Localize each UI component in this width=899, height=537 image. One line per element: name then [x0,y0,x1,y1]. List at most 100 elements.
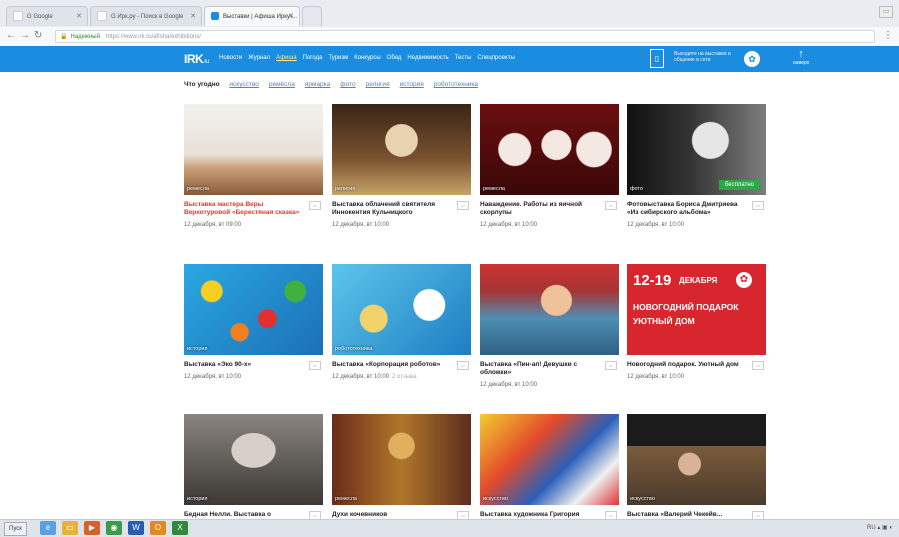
bookmark-icon[interactable]: ▭ [457,201,469,210]
event-title[interactable]: Бедная Нелли. Выставка о [184,511,302,519]
browser-tab[interactable]: G Ирк.ру - Поиск в Google ✕ [90,6,202,26]
event-image[interactable]: искусство [627,414,766,505]
filter-link[interactable]: искусство [229,81,258,88]
event-title[interactable]: Выставка «Валерий Чекейв... [627,511,745,519]
event-image[interactable]: ремесла [480,104,619,195]
event-card[interactable]: 12-19 ДЕКАБРЯ ✿ НОВОГОДНИЙ ПОДАРОК УЮТНЫЙ ДО… [627,264,766,380]
chrome-icon[interactable]: ◉ [106,521,122,535]
new-tab-button[interactable] [302,6,322,26]
event-card[interactable]: робототехника Выставка «Корпорация робото… [332,264,471,380]
filter-link[interactable]: фото [340,81,355,88]
category-label: ремесла [187,186,209,192]
event-image[interactable]: религия [332,104,471,195]
media-icon[interactable]: ▶ [84,521,100,535]
event-card[interactable]: ремесла Духи кочевников ▭ [332,414,471,520]
event-title[interactable]: Выставка мастера Веры Верхотуровой «Бере… [184,201,302,217]
window-control-icon[interactable]: ▭ [879,6,893,18]
filter-link[interactable]: ремёсла [269,81,295,88]
nav-item[interactable]: Недвижимость [407,55,448,61]
folder-icon[interactable]: ▭ [62,521,78,535]
site-logo[interactable]: IRK.ru [184,52,209,66]
event-card[interactable]: искусство Выставка художника Григория ▭ [480,414,619,520]
event-meta: Выставка «Эко 90-х» ▭ 12 декабря, вт 10:00 [184,361,323,380]
url-text: https://www.irk.ru/afisha/exhibitions/ [105,34,201,40]
bookmark-icon[interactable]: ▭ [752,201,764,210]
event-title[interactable]: Духи кочевников [332,511,450,519]
event-title[interactable]: Выставка художника Григория [480,511,598,519]
event-card[interactable]: ремесла Выставка мастера Веры Верхотурово… [184,104,323,228]
nav-item[interactable]: Новости [219,55,242,61]
browser-tab[interactable]: G Google ✕ [6,6,88,26]
forward-icon[interactable]: → [20,30,30,42]
event-image[interactable]: искусство [480,414,619,505]
filter-link[interactable]: ярмарка [305,81,330,88]
nav-item[interactable]: Конкурсы [354,55,380,61]
back-icon[interactable]: ← [6,30,16,42]
poster-month: ДЕКАБРЯ [679,276,718,285]
event-date-text: 12 декабря, вт 10:00 [332,222,390,228]
bookmark-icon[interactable]: ▭ [309,361,321,370]
event-meta: Бедная Нелли. Выставка о ▭ [184,511,323,520]
event-card[interactable]: история Бедная Нелли. Выставка о ▭ [184,414,323,520]
bookmark-icon[interactable]: ▭ [309,201,321,210]
event-image[interactable]: ремесла [332,414,471,505]
nav-item[interactable]: Афиша [276,55,297,61]
event-title[interactable]: Выставка «Пин-ап! Девушки с обложки» [480,361,598,377]
event-title[interactable]: Выставка облачений святителя Иннокентия … [332,201,450,217]
event-image[interactable]: робототехника [332,264,471,355]
bookmark-icon[interactable]: ▭ [605,201,617,210]
start-button[interactable]: Пуск [4,522,27,536]
event-image[interactable]: фото бесплатно [627,104,766,195]
filter-link[interactable]: религия [366,81,390,88]
filter-link[interactable]: история [400,81,424,88]
event-image[interactable]: история [184,414,323,505]
close-icon[interactable]: ✕ [288,7,294,26]
close-icon[interactable]: ✕ [190,7,196,26]
event-card[interactable]: искусство Выставка «Валерий Чекейв... ▭ [627,414,766,520]
event-date: 12 декабря, вт 10:00 2 отзыва [332,374,471,380]
event-image[interactable]: 12-19 ДЕКАБРЯ ✿ НОВОГОДНИЙ ПОДАРОК УЮТНЫЙ ДО… [627,264,766,355]
event-card[interactable]: Выставка «Пин-ап! Девушки с обложки» ▭ 12 … [480,264,619,388]
poster-line: НОВОГОДНИЙ ПОДАРОК [633,302,739,312]
reload-icon[interactable]: ↻ [34,30,42,42]
system-tray: RU ▴ ▣ ◐ [867,525,893,531]
bookmark-icon[interactable]: ▭ [457,361,469,370]
nav-item[interactable]: Спецпроекты [477,55,514,61]
outlook-icon[interactable]: O [150,521,166,535]
event-image[interactable] [480,264,619,355]
event-card[interactable]: история Выставка «Эко 90-х» ▭ 12 декабря, в… [184,264,323,380]
explorer-icon[interactable]: e [40,521,56,535]
event-meta: Выставка «Пин-ап! Девушки с обложки» ▭ 12 … [480,361,619,388]
event-card[interactable]: религия Выставка облачений святителя Инно… [332,104,471,228]
language-indicator[interactable]: RU [867,525,876,531]
event-title[interactable]: Новогодний подарок. Уютный дом [627,361,745,369]
nav-item[interactable]: Журнал [248,55,270,61]
excel-icon[interactable]: X [172,521,188,535]
event-image[interactable]: ремесла [184,104,323,195]
bookmark-icon[interactable]: ▭ [605,361,617,370]
promo-banner[interactable]: ▯ Выходите на выставки и общение в сети … [650,49,768,69]
word-icon[interactable]: W [128,521,144,535]
event-image[interactable]: история [184,264,323,355]
nav-item[interactable]: Тесты [455,55,472,61]
google-icon [13,11,23,22]
browser-tab-active[interactable]: Выставки | Афиша Иркут... ✕ [204,6,300,26]
event-card[interactable]: ремесла Наваждение. Работы из яичной скор… [480,104,619,228]
event-title[interactable]: Наваждение. Работы из яичной скорлупы [480,201,598,217]
scroll-up-button[interactable]: ↑ наверх [786,48,816,66]
event-card[interactable]: фото бесплатно Фотовыставка Бориса Дмитрие… [627,104,766,228]
event-title[interactable]: Выставка «Эко 90-х» [184,361,302,369]
nav-item[interactable]: Обед [387,55,402,61]
nav-item[interactable]: Туризм [328,55,348,61]
nav-item[interactable]: Погода [303,55,323,61]
address-bar: ← → ↻ 🔒 Надежный https://www.irk.ru/afisha… [0,27,899,47]
url-field[interactable]: 🔒 Надежный https://www.irk.ru/afisha/exhib… [55,30,875,43]
comments-count[interactable]: 2 отзыва [392,374,416,380]
event-title[interactable]: Фотовыставка Бориса Дмитриева «Из сибирс… [627,201,745,217]
bookmark-icon[interactable]: ▭ [752,361,764,370]
close-icon[interactable]: ✕ [76,7,82,26]
browser-menu-icon[interactable]: ⋮ [883,30,893,41]
filter-link[interactable]: робототехника [434,81,478,88]
event-title[interactable]: Выставка «Корпорация роботов» [332,361,450,369]
filter-title[interactable]: Что угодно [184,81,220,88]
